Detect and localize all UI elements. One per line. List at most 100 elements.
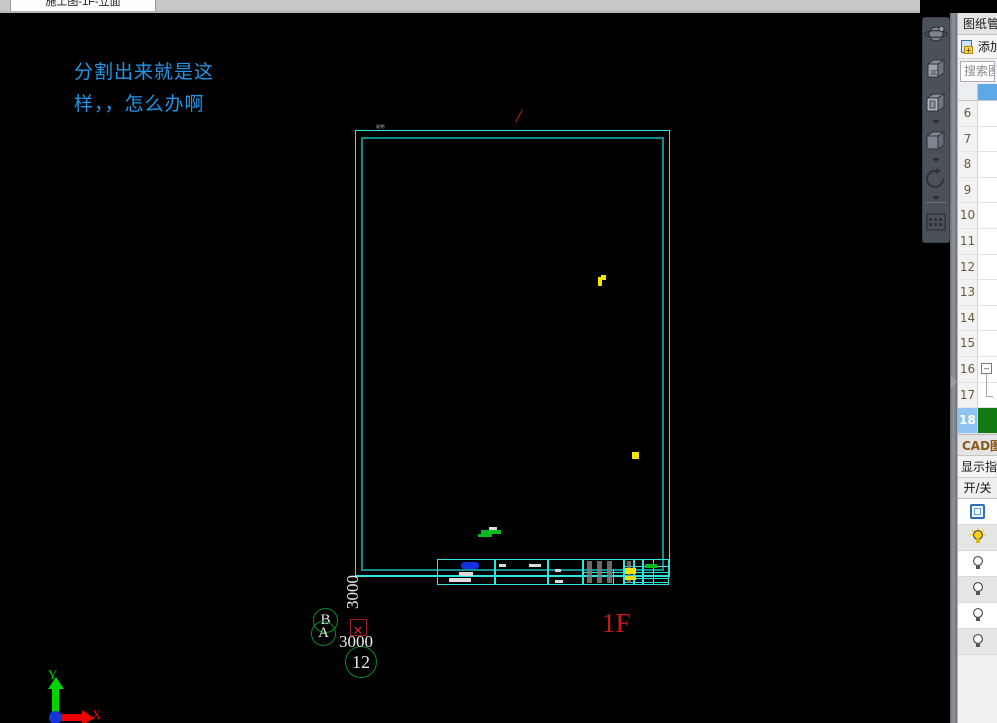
drawing-caption: 说明 [376,124,385,129]
row-number: 17 [958,382,978,408]
plus-badge-icon: + [964,45,973,54]
tb-divider-1 [494,559,496,585]
solid-cube-icon[interactable] [923,124,949,158]
tb-mark-white-3 [499,564,506,567]
grid-column-header[interactable] [978,84,997,100]
tb-shade-1 [587,561,592,583]
row-number: 6 [958,101,978,126]
row-number: 11 [958,228,978,254]
layer-row[interactable] [958,576,997,603]
table-row[interactable]: 6 [958,101,997,127]
rotate-icon[interactable] [923,162,949,196]
table-row[interactable]: 11 [958,228,997,255]
row-cell[interactable] [978,228,997,254]
bulb-on-icon[interactable] [969,528,986,546]
tb-mark-yellow-1 [625,568,636,574]
tb-mark-blue [461,562,479,569]
grid-bubble-a[interactable]: A [311,621,336,646]
row-number: 18 [958,408,978,433]
red-leader-line [515,109,531,127]
add-drawing-label[interactable]: 添加 [978,38,997,55]
cad-canvas[interactable]: 分割出来就是这样，，怎么办啊 说明 B A 12 3000 3000 ✕ 1F … [0,13,920,723]
row-cell[interactable]: – [978,356,997,386]
search-drawings-input[interactable]: 搜索图纸 [960,61,995,82]
row-cell[interactable] [978,152,997,177]
add-drawing-icon[interactable]: + [961,39,975,54]
layer-row[interactable] [958,602,997,629]
layer-row[interactable] [958,524,997,551]
tb-mark-white-1 [459,572,473,576]
bulb-off-icon[interactable] [970,606,986,624]
annotation-note: 分割出来就是这样，，怎么办啊 [74,61,215,115]
table-row[interactable]: 14 [958,305,997,332]
dimension-vertical: 3000 [343,575,362,609]
entity-mark-yellow-2 [601,275,606,280]
row-cell[interactable] [978,203,997,228]
table-row[interactable]: 7 [958,126,997,153]
grid-settings-icon[interactable] [923,205,949,239]
row-cell[interactable] [978,101,997,126]
table-row[interactable]: 13 [958,280,997,306]
row-cell[interactable] [978,408,997,433]
tab-drawing[interactable]: 施工图-1F-立面 [10,0,156,11]
row-number: 7 [958,126,978,152]
tb-mark-white-4 [529,564,541,567]
row-cell[interactable] [978,280,997,305]
layer-row[interactable] [958,628,997,655]
table-row[interactable]: 18 [958,408,997,434]
chevron-down-icon-3[interactable] [932,196,940,200]
layers-column-header: 开/关 [958,477,997,499]
entity-mark-white-1 [489,527,497,530]
grid-header-row [958,84,997,101]
layer-row[interactable] [958,550,997,577]
tb-mark-green [645,564,657,568]
cube-3d-icon[interactable]: 3D [923,52,949,86]
table-row[interactable]: 9 [958,177,997,204]
panel-collapse-arrow-icon[interactable] [950,375,957,389]
row-cell[interactable] [978,254,997,280]
tb-mark-yellow-2 [625,576,636,580]
table-row[interactable]: 10 [958,203,997,229]
tab-strip: 施工图-1F-立面 [0,0,920,13]
tb-mark-white-6 [555,580,563,583]
row-number: 15 [958,331,978,356]
table-row[interactable]: 12 [958,254,997,281]
application-window: 施工图-1F-立面 分割出来就是这样，，怎么办啊 说明 B A 12 3000 … [0,0,997,723]
ucs-y-label: Y [48,667,58,682]
table-row[interactable]: 8 [958,152,997,178]
row-number: 9 [958,177,978,203]
tree-branch [986,382,993,397]
row-cell[interactable] [978,331,997,356]
ucs-x-label: X [92,707,102,722]
layer-row[interactable] [958,498,997,525]
tb-shade-3 [607,561,612,583]
grid-corner-cell[interactable] [958,84,978,100]
row-number: 14 [958,305,978,331]
tb-shade-2 [597,561,602,583]
entity-mark-yellow-3 [632,452,639,459]
orbit-icon[interactable] [923,18,949,52]
table-row[interactable]: 16– [958,356,997,386]
wireframe-cube-icon[interactable] [923,86,949,120]
bulb-off-icon[interactable] [970,580,986,598]
row-cell[interactable] [978,305,997,331]
row-cell[interactable] [978,382,997,408]
bulb-off-icon[interactable] [970,632,986,650]
dock-toolbar: + 添加 [958,35,997,59]
tree-collapse-icon[interactable]: – [981,362,992,374]
table-row[interactable]: 15 [958,331,997,357]
floor-label: 1F [602,608,631,638]
table-row[interactable]: 17 [958,382,997,409]
ucs-origin-dot [49,711,62,723]
bulb-off-icon[interactable] [970,554,986,572]
frame-icon[interactable] [970,503,985,519]
panel-splitter[interactable] [950,13,957,723]
right-dock-panel: 图纸管理 + 添加 搜索图纸 678910111213141516–1718 C… [957,13,997,723]
tb-vline-7 [613,569,615,585]
row-cell[interactable] [978,177,997,203]
insertion-point-marker: ✕ [352,623,364,638]
row-cell[interactable] [978,126,997,152]
row-number: 12 [958,254,978,280]
tb-mark-white-5 [555,569,561,572]
layers-filter-label: 显示指定 [958,455,997,478]
